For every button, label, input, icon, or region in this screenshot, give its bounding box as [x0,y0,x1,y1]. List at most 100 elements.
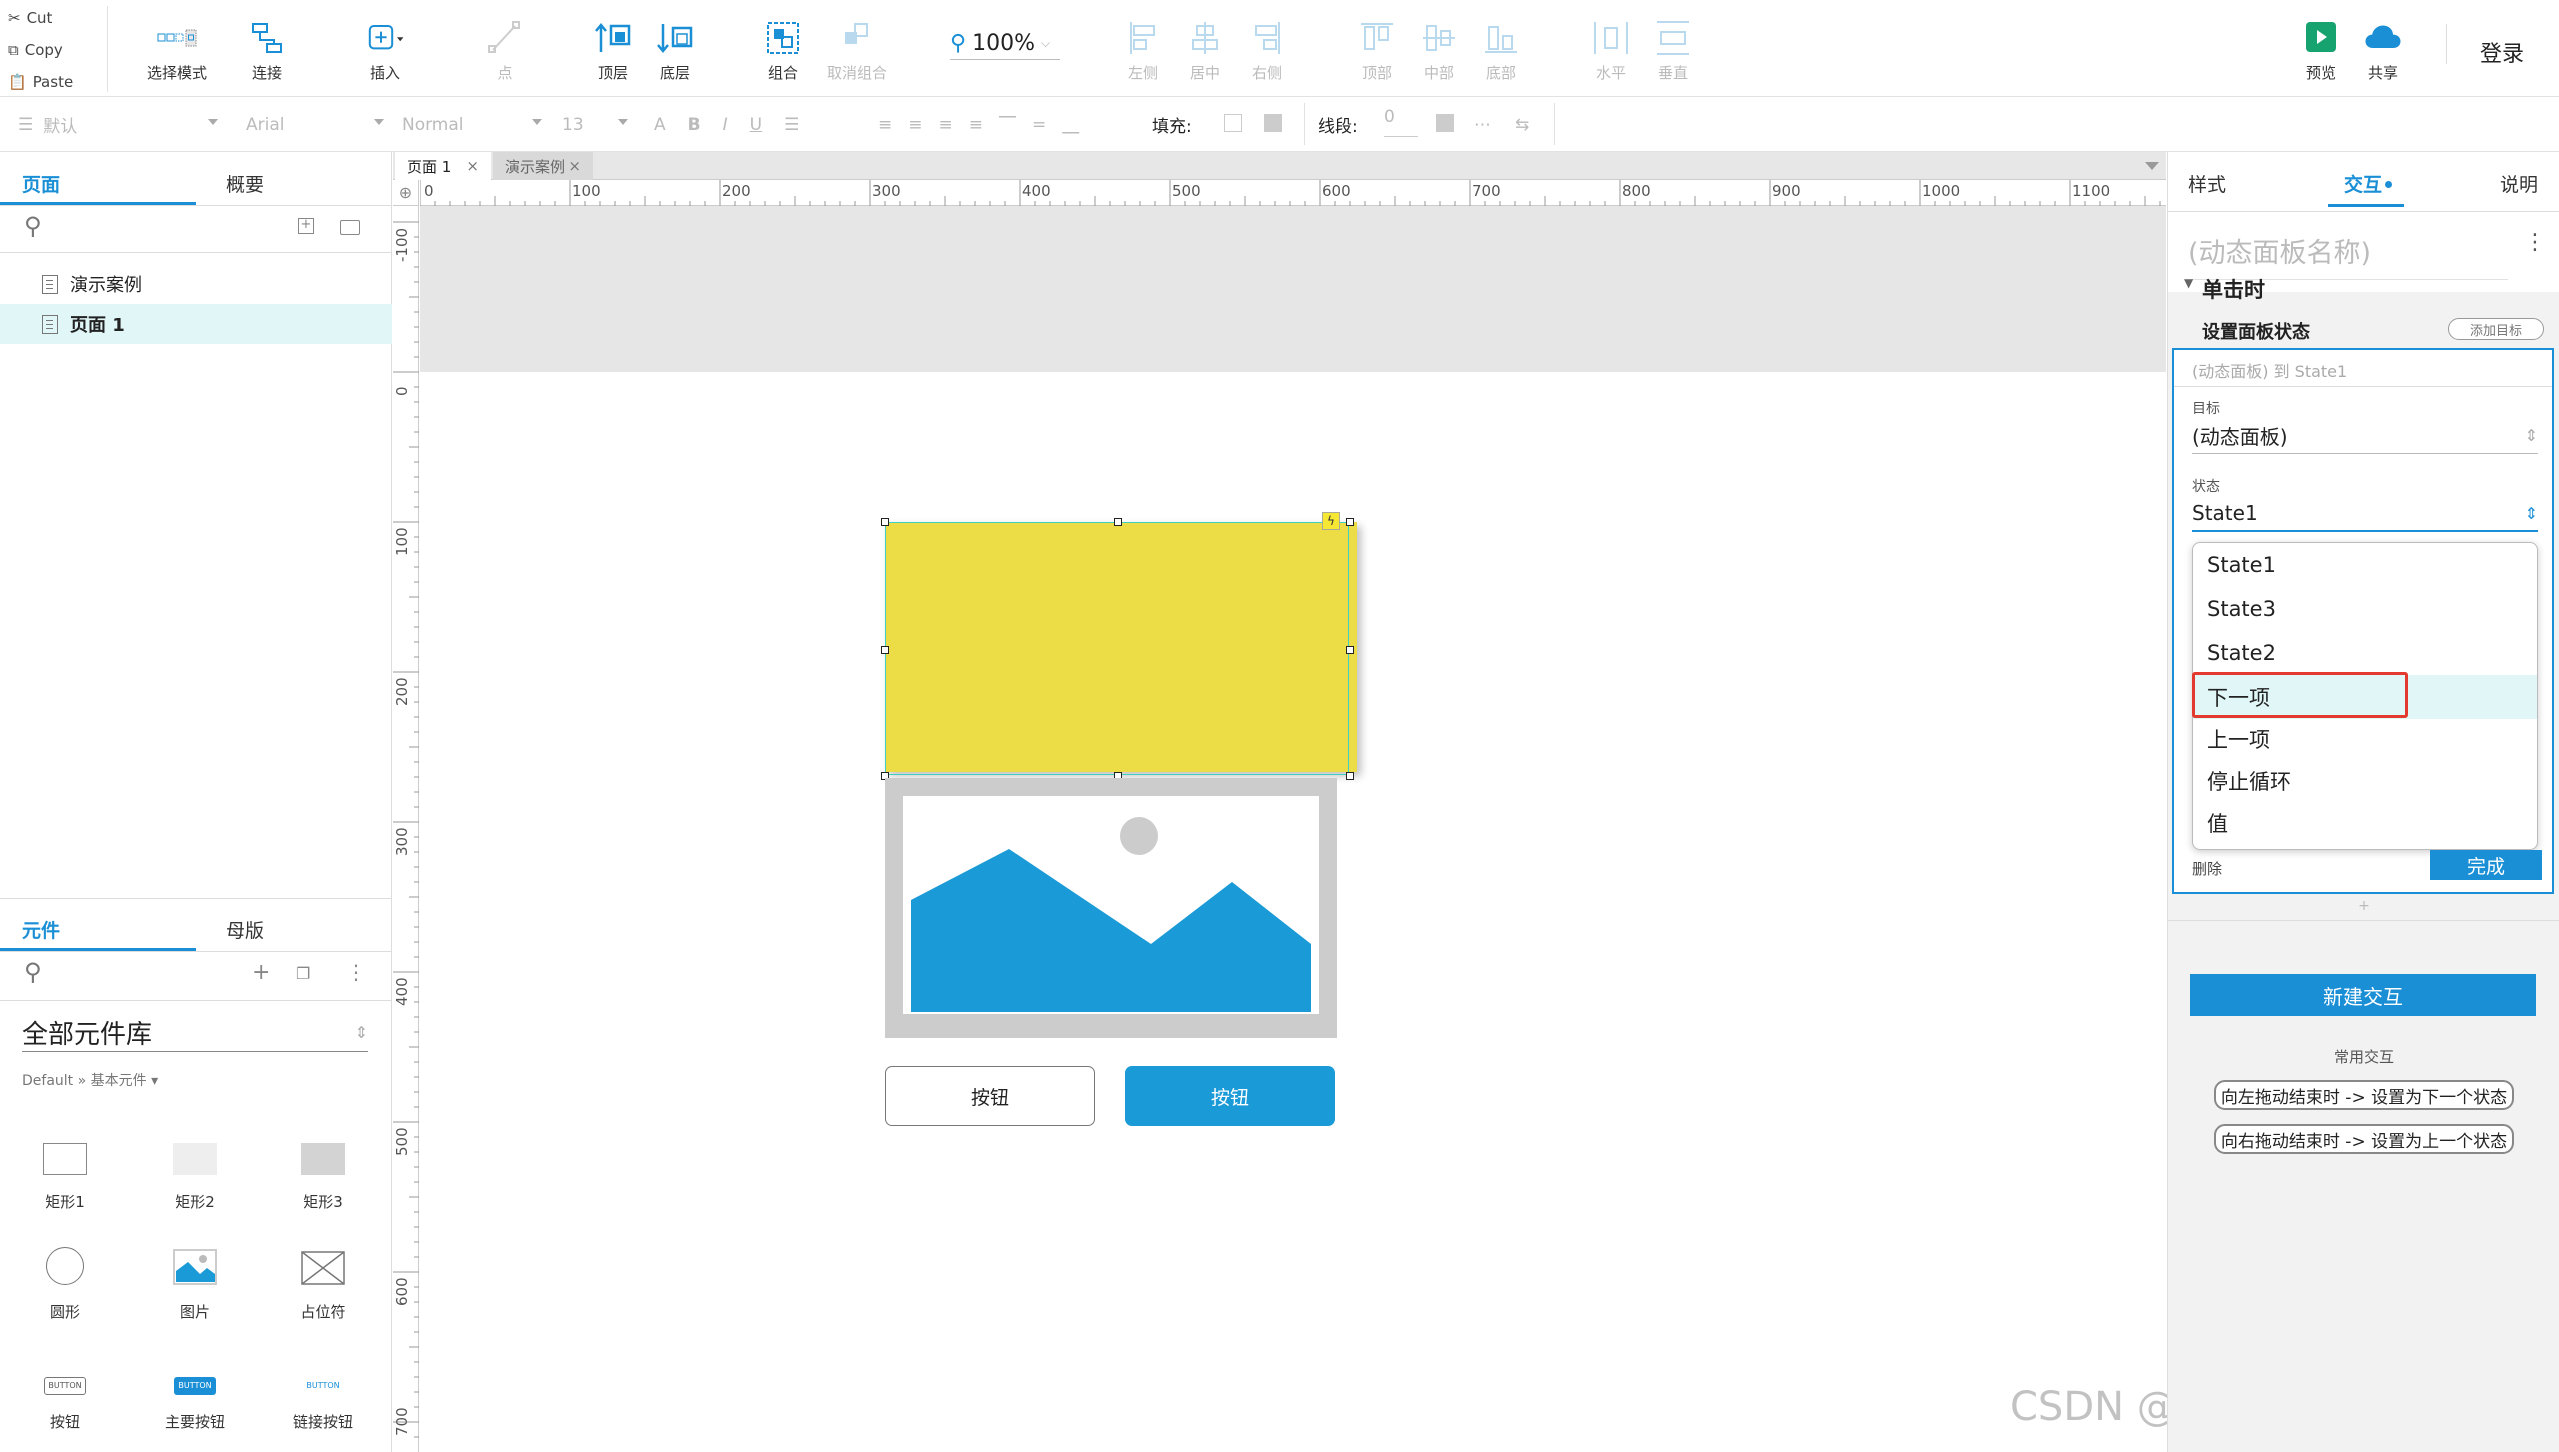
bullet-list-icon[interactable]: ☰ [784,115,799,135]
canvas-button-primary[interactable]: 按钮 [1125,1066,1335,1126]
ruler-origin-icon[interactable]: ⊕ [393,180,419,206]
justify-text-icon[interactable]: ≡ [969,115,983,135]
align-text-right-icon[interactable]: ≡ [939,115,953,135]
add-target-button[interactable]: 添加目标 [2448,318,2544,340]
target-select[interactable]: (动态面板) ⇕ [2192,418,2538,454]
state-select[interactable]: State1 ⇕ [2192,496,2538,532]
resize-handle[interactable] [1346,646,1354,654]
style-select[interactable]: ☰ 默认 [18,97,218,152]
design-canvas[interactable]: ϟ 按钮 按钮 CSDN @结构化知识课堂 [420,206,2457,1452]
resize-handle[interactable] [881,646,889,654]
tab-masters[interactable]: 母版 [226,916,264,943]
ungroup-button[interactable]: 取消组合 [812,0,902,90]
add-folder-icon[interactable] [340,220,360,235]
collapse-triangle-icon[interactable]: ▼ [2184,276,2193,290]
event-title[interactable]: 单击时 [2202,274,2265,304]
resize-handle[interactable] [1346,772,1354,780]
select-mode-button[interactable]: 选择模式 [132,0,222,90]
dynamic-panel-yellow[interactable] [885,522,1357,772]
resize-handle[interactable] [1114,518,1122,526]
panel-name-input[interactable]: (动态面板名称) [2188,222,2508,280]
tab-page1[interactable]: 页面 1 × [395,152,491,180]
tab-pages[interactable]: 页面 [22,170,60,197]
resize-handle[interactable] [881,518,889,526]
option-stop-loop[interactable]: 停止循环 [2193,759,2537,803]
font-select[interactable]: Arial [246,97,384,152]
share-button[interactable]: 共享 [2338,0,2428,90]
option-value[interactable]: 值 [2193,801,2537,845]
connect-button[interactable]: 连接 [222,0,312,90]
fill-color-picker[interactable] [1224,114,1242,132]
align-text-center-icon[interactable]: ≡ [908,115,922,135]
shadow-picker[interactable] [1264,114,1282,132]
align-right-button[interactable]: 右侧 [1222,0,1312,90]
canvas-button-outline[interactable]: 按钮 [885,1066,1095,1126]
stroke-color-picker[interactable] [1436,114,1454,132]
new-interaction-button[interactable]: 新建交互 [2190,974,2536,1016]
insert-button[interactable]: 插入 [340,0,430,90]
done-button[interactable]: 完成 [2430,850,2542,880]
option-state1[interactable]: State1 [2193,543,2537,587]
stroke-pattern-icon[interactable]: ⋯ [1474,115,1491,135]
search-icon[interactable]: ⚲ [24,212,42,240]
font-color-icon[interactable]: A [654,115,666,135]
tab-notes[interactable]: 说明 [2500,170,2538,197]
distribute-vertical-button[interactable]: 垂直 [1628,0,1718,90]
tab-style[interactable]: 样式 [2188,170,2226,197]
library-manage-icon[interactable]: ❐ [296,964,310,983]
paste-button[interactable]: 📋 Paste [8,68,103,96]
library-breadcrumb[interactable]: Default » 基本元件 ▾ [22,1070,158,1090]
widget-placeholder[interactable]: 占位符 [268,1222,378,1322]
page-item-demo[interactable]: 演示案例 [0,264,392,304]
tab-demo[interactable]: 演示案例 × [493,152,593,180]
tab-outline[interactable]: 概要 [226,170,264,197]
more-vertical-icon[interactable]: ⋮ [346,960,366,984]
valign-bottom-icon[interactable]: ⎽ [1062,115,1079,135]
add-library-icon[interactable]: + [252,960,270,985]
align-bottom-button[interactable]: 底部 [1456,0,1546,90]
action-title[interactable]: 设置面板状态 [2202,318,2310,344]
library-select[interactable]: 全部元件库 ⇕ [22,1014,368,1052]
interaction-lightning-icon[interactable]: ϟ [1322,512,1340,530]
widget-image[interactable]: 图片 [140,1222,250,1322]
bold-icon[interactable]: B [688,115,701,135]
login-link[interactable]: 登录 [2480,36,2524,68]
widget-primary-button[interactable]: BUTTON 主要按钮 [140,1332,250,1432]
option-previous[interactable]: 上一项 [2193,717,2537,761]
copy-button[interactable]: ⧉ Copy [8,36,103,64]
widget-rect1[interactable]: 矩形1 [10,1112,120,1212]
zoom-select[interactable]: ⚲ 100% ⌵ [950,28,1060,60]
image-widget[interactable] [885,778,1337,1038]
widget-search-icon[interactable]: ⚲ [24,958,42,986]
arrow-style-icon[interactable]: ⇆ [1515,115,1529,135]
common-interaction-drag-left[interactable]: 向左拖动结束时 -> 设置为下一个状态 [2214,1080,2514,1110]
valign-top-icon[interactable]: ⎺ [999,115,1016,135]
option-state3[interactable]: State3 [2193,587,2537,631]
align-text-left-icon[interactable]: ≡ [878,115,892,135]
close-icon[interactable]: × [568,157,581,175]
stroke-width-input[interactable]: 0 [1384,97,1418,137]
widget-rect2[interactable]: 矩形2 [140,1112,250,1212]
widget-link-button[interactable]: BUTTON 链接按钮 [268,1332,378,1432]
widget-circle[interactable]: 圆形 [10,1222,120,1322]
add-action-plus-icon[interactable]: + [2168,898,2559,918]
tab-interaction[interactable]: 交互 [2344,170,2393,197]
underline-icon[interactable]: U [750,115,762,135]
italic-icon[interactable]: I [723,115,728,135]
widget-button[interactable]: BUTTON 按钮 [10,1332,120,1432]
tabs-overflow-icon[interactable] [2145,162,2159,177]
delete-link[interactable]: 删除 [2192,858,2222,879]
valign-middle-icon[interactable]: = [1032,115,1046,135]
add-page-icon[interactable]: + [298,218,314,234]
common-interaction-drag-right[interactable]: 向右拖动结束时 -> 设置为上一个状态 [2214,1124,2514,1154]
widget-rect3[interactable]: 矩形3 [268,1112,378,1212]
cut-button[interactable]: ✂ Cut [8,4,103,32]
option-state2[interactable]: State2 [2193,631,2537,675]
weight-select[interactable]: Normal [402,97,542,152]
more-vertical-icon[interactable]: ⋮ [2524,230,2546,255]
tab-widgets[interactable]: 元件 [22,916,60,943]
point-button[interactable]: 点 [460,0,550,90]
resize-handle[interactable] [1346,518,1354,526]
font-size-select[interactable]: 13 [562,97,628,152]
page-item-page1[interactable]: 页面 1 [0,304,392,344]
